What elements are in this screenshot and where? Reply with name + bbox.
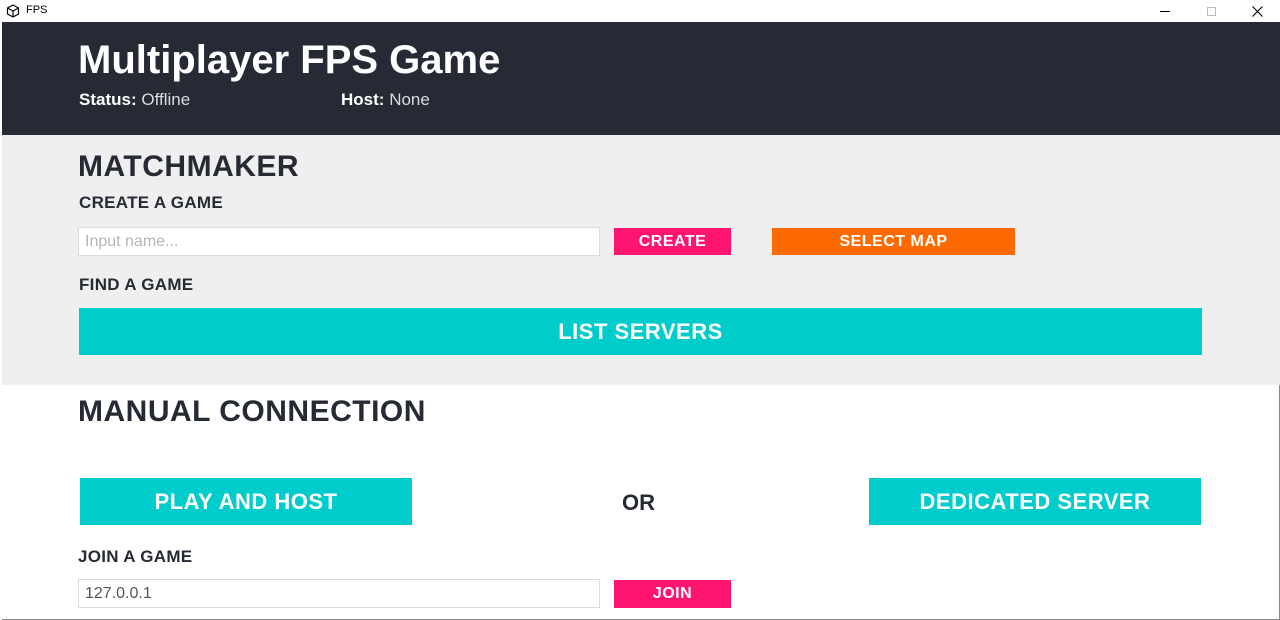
close-icon	[1251, 5, 1263, 17]
status-readout: Status: Offline	[79, 90, 190, 110]
manual-connection-title: MANUAL CONNECTION	[78, 395, 426, 428]
host-value: None	[389, 90, 430, 109]
play-and-host-button[interactable]: PLAY AND HOST	[80, 478, 412, 525]
maximize-button[interactable]	[1188, 0, 1234, 22]
header: Multiplayer FPS Game Status: Offline Hos…	[2, 22, 1280, 135]
maximize-icon	[1206, 6, 1216, 16]
page-title: Multiplayer FPS Game	[78, 38, 501, 82]
window-titlebar: FPS	[0, 0, 1280, 22]
join-button[interactable]: JOIN	[614, 580, 731, 608]
matchmaker-title: MATCHMAKER	[78, 150, 300, 183]
create-button[interactable]: CREATE	[614, 228, 731, 255]
minimize-button[interactable]	[1142, 0, 1188, 22]
or-label: OR	[622, 490, 655, 515]
list-servers-button[interactable]: LIST SERVERS	[79, 308, 1202, 355]
select-map-button[interactable]: SELECT MAP	[772, 228, 1015, 255]
close-button[interactable]	[1234, 0, 1280, 22]
status-label: Status:	[79, 90, 137, 109]
status-value: Offline	[141, 90, 191, 109]
ip-address-input[interactable]	[78, 579, 600, 608]
minimize-icon	[1160, 10, 1170, 12]
find-game-title: FIND A GAME	[79, 275, 194, 294]
dedicated-server-button[interactable]: DEDICATED SERVER	[869, 478, 1201, 525]
host-readout: Host: None	[341, 90, 430, 110]
join-game-title: JOIN A GAME	[78, 547, 193, 566]
game-name-input[interactable]	[78, 227, 600, 256]
host-label: Host:	[341, 90, 385, 109]
unity-logo-icon	[6, 4, 20, 18]
window-title: FPS	[26, 4, 48, 16]
create-game-title: CREATE A GAME	[79, 193, 223, 212]
